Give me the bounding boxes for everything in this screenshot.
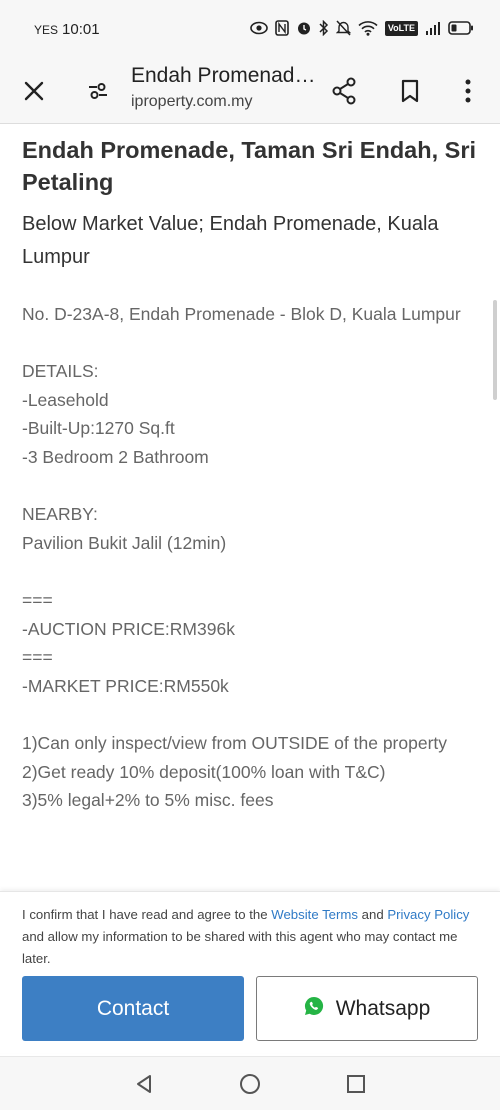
whatsapp-button-label: Whatsapp [335, 996, 431, 1020]
description-line: 1)Can only inspect/view from OUTSIDE of … [22, 732, 448, 753]
description-line: -Built-Up:1270 Sq.ft [22, 418, 175, 439]
home-icon[interactable] [220, 1057, 280, 1110]
scrollbar-thumb[interactable] [493, 300, 497, 400]
battery-icon [448, 21, 474, 35]
description-line: 3)5% legal+2% to 5% misc. fees [22, 790, 274, 811]
description-line: === [22, 647, 53, 668]
page-domain: iproperty.com.my [131, 93, 253, 110]
mute-icon [335, 20, 351, 36]
back-icon[interactable] [114, 1057, 174, 1110]
listing-content[interactable]: Endah Promenade, Taman Sri Endah, Sri Pe… [0, 125, 500, 891]
browser-toolbar: Endah Promenade, Taman Sri Endah, Sri Pe… [0, 58, 500, 124]
website-terms-link[interactable]: Website Terms [271, 907, 358, 922]
description-spacer [22, 557, 478, 586]
description-spacer [22, 700, 478, 729]
nfc-icon [275, 20, 289, 36]
consent-prefix: I confirm that I have read and agree to … [22, 907, 272, 922]
system-nav-bar [0, 1056, 500, 1110]
page-title-block[interactable]: Endah Promenade, Taman Sri Endah, Sri Pe… [131, 63, 316, 113]
status-time-group: YES 10:01 [34, 21, 100, 38]
status-icons: VoLTE [250, 20, 474, 36]
eye-icon [250, 21, 268, 35]
listing-description: No. D-23A-8, Endah Promenade - Blok D, K… [22, 300, 478, 815]
page-settings-icon[interactable] [76, 58, 120, 124]
whatsapp-icon [304, 996, 324, 1022]
recents-icon[interactable] [326, 1057, 386, 1110]
consent-and: and [357, 907, 388, 922]
privacy-policy-link[interactable]: Privacy Policy [387, 907, 469, 922]
consent-suffix: and allow my information to be shared wi… [22, 929, 458, 966]
listing-subheadline: Below Market Value; Endah Promenade, Kua… [22, 213, 439, 268]
description-line: Pavilion Bukit Jalil (12min) [22, 532, 227, 553]
description-line: === [22, 589, 53, 610]
listing-headline: Endah Promenade, Taman Sri Endah, Sri Pe… [22, 137, 477, 195]
description-line: NEARBY: [22, 504, 98, 525]
volte-icon: VoLTE [384, 20, 418, 36]
bookmark-icon[interactable] [388, 58, 432, 124]
clock: 10:01 [62, 21, 100, 38]
bluetooth-icon [319, 20, 329, 36]
description-line: No. D-23A-8, Endah Promenade - Blok D, K… [22, 304, 461, 324]
agent-contact-bar: I confirm that I have read and agree to … [0, 891, 500, 1053]
share-icon[interactable] [322, 58, 366, 124]
more-icon[interactable] [446, 58, 490, 124]
close-icon[interactable] [12, 58, 56, 124]
alarm-icon [296, 20, 312, 36]
description-spacer [22, 329, 478, 358]
description-line: -Leasehold [22, 389, 109, 410]
description-line: -MARKET PRICE:RM550k [22, 675, 229, 696]
description-line: DETAILS: [22, 361, 99, 382]
description-line: -3 Bedroom 2 Bathroom [22, 446, 209, 467]
status-bar: YES 10:01 VoLTE [0, 0, 500, 58]
contact-button-label: Contact [96, 996, 170, 1020]
consent-text: I confirm that I have read and agree to … [22, 904, 472, 970]
wifi-icon [358, 20, 378, 36]
page-title: Endah Promenade, Taman Sri Endah, Sri Pe… [131, 64, 316, 87]
signal-icon [425, 21, 441, 35]
carrier-label: YES [34, 23, 59, 37]
description-line: -AUCTION PRICE:RM396k [22, 618, 235, 639]
contact-button[interactable]: Contact [22, 976, 244, 1041]
description-line: 2)Get ready 10% deposit(100% loan with T… [22, 761, 386, 782]
description-spacer [22, 472, 478, 501]
whatsapp-button[interactable]: Whatsapp [256, 976, 478, 1041]
